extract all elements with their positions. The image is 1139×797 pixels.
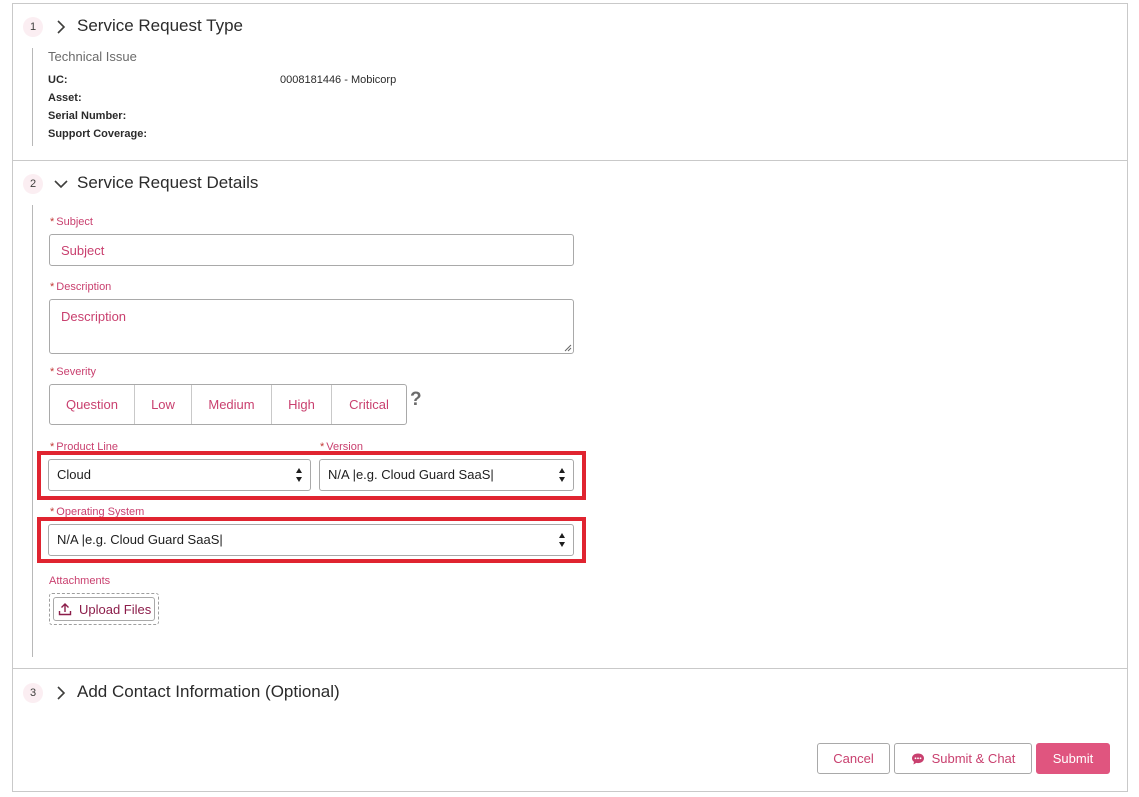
required-marker: * — [50, 216, 55, 228]
severity-option-high[interactable]: High — [272, 385, 332, 424]
highlight-box-operating-system — [37, 517, 586, 563]
section-title-request-details[interactable]: Service Request Details — [77, 173, 258, 193]
severity-button-group: Question Low Medium High Critical — [49, 384, 407, 425]
description-textarea[interactable] — [49, 299, 574, 354]
section-divider — [12, 160, 1128, 161]
uc-label: UC: — [48, 74, 68, 86]
cancel-button[interactable]: Cancel — [817, 743, 890, 774]
submit-and-chat-button[interactable]: Submit & Chat — [894, 743, 1032, 774]
serial-number-label: Serial Number: — [48, 110, 127, 122]
chat-bubble-icon — [911, 753, 924, 764]
severity-option-medium[interactable]: Medium — [192, 385, 272, 424]
cancel-button-label: Cancel — [833, 751, 874, 766]
description-label-text: Description — [56, 281, 112, 293]
severity-label-text: Severity — [56, 366, 97, 378]
section-guide-line — [32, 205, 33, 657]
section-title-contact-info[interactable]: Add Contact Information (Optional) — [77, 682, 340, 702]
subject-label: * Subject — [50, 216, 93, 228]
asset-label: Asset: — [48, 92, 82, 104]
subject-input[interactable] — [49, 234, 574, 266]
required-marker: * — [50, 366, 55, 378]
subject-label-text: Subject — [56, 216, 93, 228]
step-number-1: 1 — [23, 17, 43, 37]
severity-option-question[interactable]: Question — [50, 385, 135, 424]
section-guide-line — [32, 48, 33, 146]
submit-button[interactable]: Submit — [1036, 743, 1110, 774]
severity-option-critical[interactable]: Critical — [332, 385, 406, 424]
request-type-title: Technical Issue — [48, 49, 137, 64]
severity-help-icon[interactable]: ? — [410, 389, 422, 411]
uc-value: 0008181446 - Mobicorp — [280, 74, 397, 86]
upload-files-button[interactable]: Upload Files — [53, 597, 155, 621]
resize-grip-icon[interactable] — [564, 344, 572, 352]
attachments-label: Attachments — [49, 575, 111, 587]
description-label: * Description — [50, 281, 111, 293]
chevron-right-icon[interactable] — [53, 19, 69, 35]
section-title-request-type[interactable]: Service Request Type — [77, 16, 243, 36]
highlight-box-product-version — [37, 451, 586, 500]
chevron-right-icon[interactable] — [53, 685, 69, 701]
support-coverage-label: Support Coverage: — [48, 128, 148, 140]
required-marker: * — [50, 281, 55, 293]
section-divider — [12, 668, 1128, 669]
upload-dropzone[interactable]: Upload Files — [49, 593, 159, 625]
upload-icon — [58, 603, 72, 616]
submit-and-chat-label: Submit & Chat — [931, 751, 1016, 766]
severity-option-low[interactable]: Low — [135, 385, 192, 424]
severity-label: * Severity — [50, 366, 96, 378]
step-number-2: 2 — [23, 174, 43, 194]
chevron-down-icon[interactable] — [53, 176, 69, 192]
step-number-3: 3 — [23, 683, 43, 703]
upload-files-label: Upload Files — [79, 601, 152, 617]
submit-button-label: Submit — [1052, 751, 1094, 766]
